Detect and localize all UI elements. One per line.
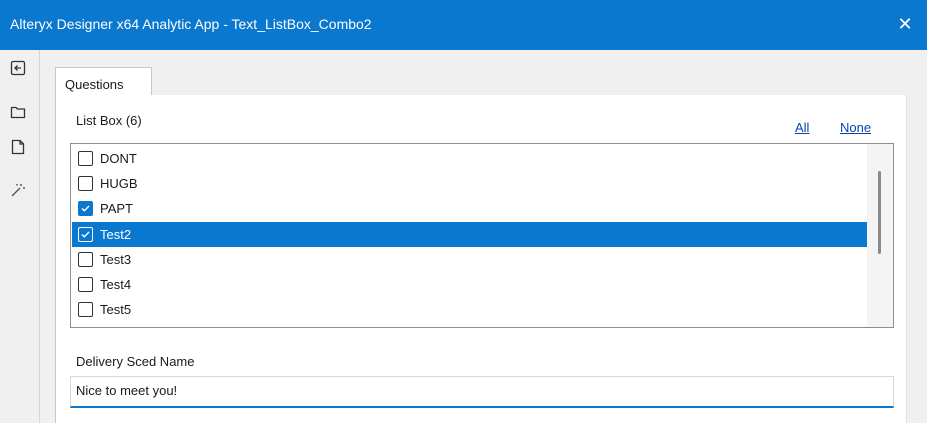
list-item-label: Test2 xyxy=(100,227,132,242)
list-item-label: Test5 xyxy=(100,302,132,317)
checkmark-icon xyxy=(81,205,90,212)
close-icon: ✕ xyxy=(897,13,913,34)
tab-questions-label: Questions xyxy=(65,77,124,92)
list-box-label: List Box (6) xyxy=(76,113,142,128)
checkbox-checked[interactable] xyxy=(78,227,93,242)
magic-wand-icon[interactable] xyxy=(8,180,28,200)
folder-open-icon[interactable] xyxy=(8,102,28,122)
sidebar xyxy=(0,50,40,423)
list-item-dont[interactable]: DONT xyxy=(72,146,867,171)
checkbox[interactable] xyxy=(78,151,93,166)
delivery-sced-name-label: Delivery Sced Name xyxy=(76,354,195,369)
tab-questions[interactable]: Questions xyxy=(55,67,152,96)
select-none-link[interactable]: None xyxy=(840,120,871,135)
checkbox[interactable] xyxy=(78,252,93,267)
list-item-label: HUGB xyxy=(100,176,138,191)
list-item-test2[interactable]: Test2 xyxy=(72,222,867,247)
list-item-test5[interactable]: Test5 xyxy=(72,297,867,322)
list-item-label: Test4 xyxy=(100,277,132,292)
window-title: Alteryx Designer x64 Analytic App - Text… xyxy=(10,16,372,32)
list-box[interactable]: DONT HUGB PAPT Test2 Test3 Test4 Test5 xyxy=(70,143,894,328)
checkbox-checked[interactable] xyxy=(78,201,93,216)
list-scrollbar[interactable] xyxy=(867,144,893,327)
checkbox[interactable] xyxy=(78,277,93,292)
list-item-test4[interactable]: Test4 xyxy=(72,272,867,297)
close-button[interactable]: ✕ xyxy=(891,10,919,38)
back-to-canvas-icon[interactable] xyxy=(8,58,28,78)
list-item-papt[interactable]: PAPT xyxy=(72,196,867,221)
document-icon[interactable] xyxy=(8,137,28,157)
list-item-label: DONT xyxy=(100,151,137,166)
checkbox[interactable] xyxy=(78,176,93,191)
list-item-test3[interactable]: Test3 xyxy=(72,247,867,272)
delivery-sced-name-input[interactable]: Nice to meet you! xyxy=(70,376,894,408)
checkbox[interactable] xyxy=(78,302,93,317)
title-bar: Alteryx Designer x64 Analytic App - Text… xyxy=(0,0,927,50)
checkmark-icon xyxy=(81,231,90,238)
list-item-hugb[interactable]: HUGB xyxy=(72,171,867,196)
list-item-label: Test3 xyxy=(100,252,132,267)
select-all-link[interactable]: All xyxy=(795,120,809,135)
list-item-label: PAPT xyxy=(100,201,133,216)
scrollbar-thumb[interactable] xyxy=(878,171,881,254)
